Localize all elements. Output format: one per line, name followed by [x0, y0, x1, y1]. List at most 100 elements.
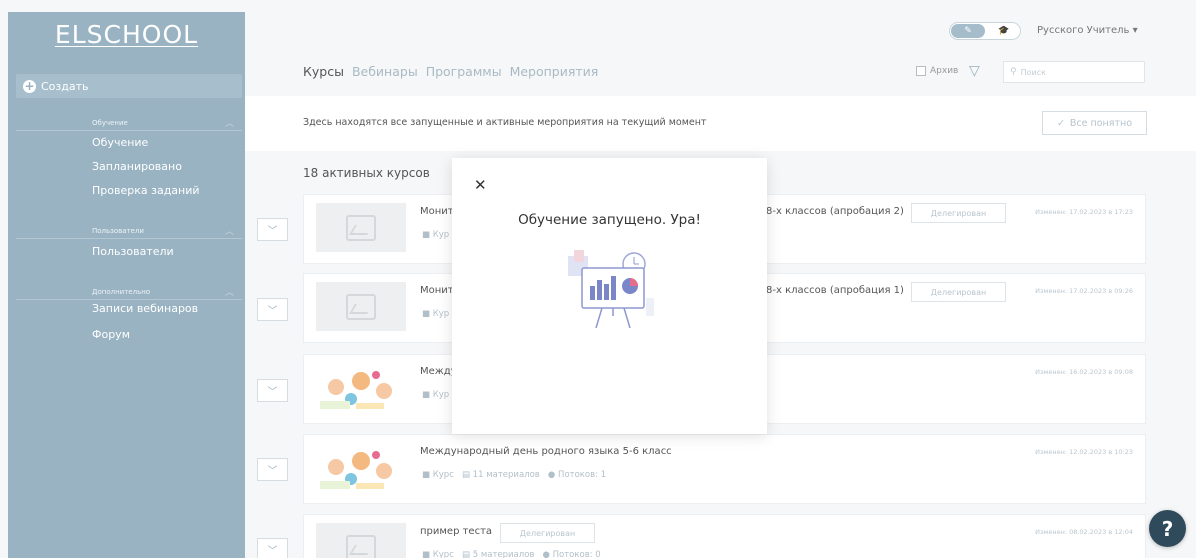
- help-button[interactable]: ?: [1149, 510, 1186, 547]
- course-meta: ■ Кур: [422, 390, 449, 400]
- status-badge: Делегирован: [911, 282, 1006, 302]
- sidebar-section-header-learning[interactable]: Обучение ︿: [16, 116, 242, 130]
- search-icon: ⚲: [1010, 67, 1017, 77]
- expand-button[interactable]: ﹀: [257, 298, 288, 321]
- changed-date: Изменен: 12.02.2023 в 10:23: [1035, 448, 1133, 456]
- tab-events[interactable]: Мероприятия: [510, 64, 599, 79]
- search-input[interactable]: ⚲ Поиск: [1003, 61, 1145, 83]
- checkbox-icon[interactable]: [916, 66, 926, 76]
- changed-date: Изменен: 17.02.2023 в 09:26: [1035, 287, 1133, 295]
- course-streams: Потоков: 0: [552, 550, 601, 558]
- modal-title: Обучение запущено. Ура!: [518, 212, 701, 228]
- tab-courses[interactable]: Курсы: [303, 64, 344, 79]
- check-icon: ✓: [1056, 117, 1065, 129]
- info-banner-text: Здесь находятся все запущенные и активны…: [303, 117, 707, 128]
- course-type: Курс: [432, 550, 454, 558]
- chevron-up-icon: ︿: [224, 227, 234, 237]
- info-icon: ●: [547, 470, 556, 480]
- kids-illustration: [320, 451, 392, 489]
- section-header-label: Обучение: [92, 118, 128, 127]
- tab-programs[interactable]: Программы: [426, 64, 502, 79]
- expand-button[interactable]: ﹀: [257, 458, 288, 481]
- divider: [16, 238, 242, 239]
- changed-date: Изменен: 08.02.2023 в 12:04: [1035, 528, 1133, 536]
- document-icon: ▤: [461, 550, 471, 558]
- user-name: Русского Учитель: [1037, 25, 1130, 36]
- briefcase-icon: ■: [422, 550, 431, 558]
- app-logo[interactable]: ELSCHOOL: [8, 20, 245, 49]
- image-placeholder-icon: [346, 293, 376, 320]
- course-title-tail: 8-х классов (апробация 1): [766, 285, 904, 296]
- create-button[interactable]: + Создать: [16, 74, 242, 98]
- sidebar-item-forum[interactable]: Форум: [92, 328, 130, 341]
- course-title[interactable]: Международный день родного языка 5-6 кла…: [420, 446, 672, 457]
- chevron-up-icon: ︿: [224, 288, 234, 298]
- chevron-down-icon: ﹀: [267, 546, 278, 557]
- chevron-down-icon: ﹀: [267, 306, 278, 317]
- archive-label: Архив: [930, 66, 959, 76]
- info-icon: ●: [542, 550, 550, 558]
- chevron-down-icon: ﹀: [267, 226, 278, 237]
- mode-toggle[interactable]: ✎ 🎓: [949, 22, 1021, 40]
- briefcase-icon: ■: [422, 309, 431, 319]
- success-modal: ✕ Обучение запущено. Ура!: [452, 158, 767, 434]
- divider: [16, 130, 242, 131]
- course-meta: ■ Кур: [422, 230, 449, 240]
- sidebar-item-users[interactable]: Пользователи: [92, 245, 174, 258]
- course-type: Кур: [432, 309, 450, 319]
- expand-button[interactable]: ﹀: [257, 218, 288, 241]
- course-thumbnail-kids: [316, 363, 406, 412]
- graduation-cap-icon[interactable]: 🎓: [994, 24, 1014, 38]
- course-type: Курс: [432, 470, 454, 480]
- filter-icon[interactable]: ▽: [969, 63, 980, 79]
- course-title[interactable]: пример теста: [420, 526, 492, 537]
- sidebar-item-task-check[interactable]: Проверка заданий: [92, 184, 200, 197]
- archive-checkbox[interactable]: Архив: [916, 66, 958, 76]
- expand-button[interactable]: ﹀: [257, 538, 288, 558]
- search-placeholder: Поиск: [1020, 67, 1046, 77]
- status-badge: Делегирован: [911, 203, 1006, 223]
- divider: [16, 299, 242, 300]
- chevron-up-icon: ︿: [224, 119, 234, 129]
- changed-date: Изменен: 17.02.2023 в 17:23: [1035, 208, 1133, 216]
- course-meta: ■ Кур: [422, 309, 449, 319]
- sidebar-item-learning[interactable]: Обучение: [92, 136, 148, 149]
- image-placeholder-icon: [346, 214, 376, 241]
- course-title[interactable]: Монит: [420, 206, 454, 217]
- create-button-label: Создать: [41, 79, 89, 93]
- active-courses-count: 18 активных курсов: [303, 166, 430, 180]
- caret-down-icon: ▾: [1132, 25, 1138, 36]
- question-icon: ?: [1161, 516, 1174, 541]
- user-menu[interactable]: Русского Учитель ▾: [1037, 25, 1138, 36]
- dismiss-banner-button[interactable]: ✓ Все понятно: [1042, 111, 1147, 135]
- close-icon[interactable]: ✕: [474, 176, 487, 194]
- course-thumbnail: [316, 203, 406, 252]
- kids-illustration: [320, 371, 392, 409]
- course-streams: Потоков: 1: [558, 470, 607, 480]
- sidebar-section-header-additional[interactable]: Дополнительно ︿: [16, 285, 242, 299]
- briefcase-icon: ■: [422, 230, 431, 240]
- course-meta: ■ Курс ▤ 5 материалов ● Потоков: 0: [422, 550, 601, 558]
- section-header-label: Дополнительно: [92, 287, 151, 296]
- briefcase-icon: ■: [422, 470, 431, 480]
- sidebar-section-header-users[interactable]: Пользователи ︿: [16, 224, 242, 238]
- pencil-icon[interactable]: ✎: [951, 24, 985, 38]
- tab-webinars[interactable]: Вебинары: [352, 64, 418, 79]
- chevron-down-icon: ﹀: [267, 387, 278, 398]
- course-card[interactable]: Международный день родного языка 5-6 кла…: [303, 434, 1146, 504]
- course-type: Кур: [432, 390, 450, 400]
- course-materials: 5 материалов: [472, 550, 535, 558]
- course-card[interactable]: пример теста Делегирован ■ Курс ▤ 5 мате…: [303, 514, 1146, 558]
- course-thumbnail: [316, 523, 406, 558]
- course-thumbnail-kids: [316, 443, 406, 492]
- info-banner: Здесь находятся все запущенные и активны…: [245, 96, 1196, 151]
- section-header-label: Пользователи: [92, 226, 144, 235]
- plus-icon: +: [23, 78, 36, 93]
- document-icon: ▤: [461, 470, 471, 480]
- course-title[interactable]: Монит: [420, 285, 454, 296]
- presentation-chart-illustration: [568, 250, 654, 329]
- sidebar-item-planned[interactable]: Запланировано: [92, 160, 182, 173]
- sidebar-item-webinar-records[interactable]: Записи вебинаров: [92, 302, 198, 315]
- status-badge: Делегирован: [500, 523, 595, 543]
- expand-button[interactable]: ﹀: [257, 379, 288, 402]
